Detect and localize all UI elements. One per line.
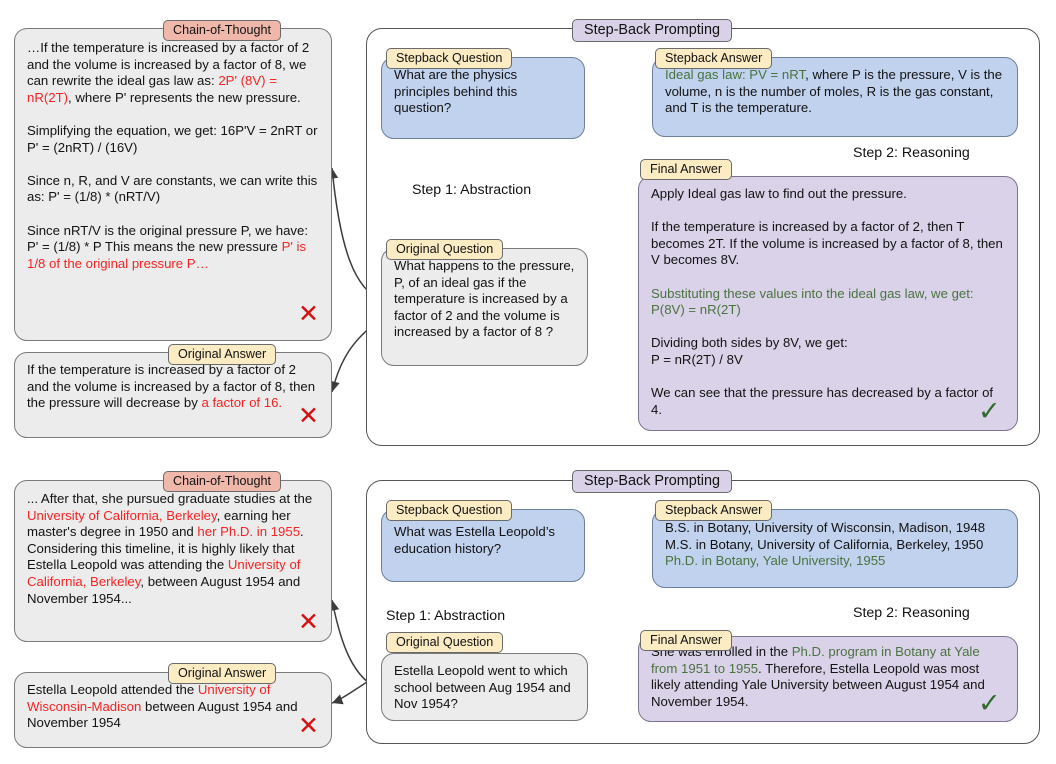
original-answer-tag-physics: Original Answer [168, 344, 277, 365]
original-question-text-physics: What happens to the pressure, P, of an i… [394, 258, 579, 340]
stepback-panel-tag-physics: Step-Back Prompting [572, 19, 732, 42]
cot-text-physics: …If the temperature is increased by a fa… [15, 29, 331, 280]
final-answer-tag-physics: Final Answer [640, 159, 733, 180]
step1-label-leopold: Step 1: Abstraction [386, 608, 506, 624]
stepback-question-tag-leopold: Stepback Question [386, 500, 513, 521]
step2-label-leopold: Step 2: Reasoning [853, 605, 970, 621]
final-answer-check-mark-physics: ✓ [978, 396, 1001, 426]
stepback-answer-box-physics: Ideal gas law: PV = nRT, where P is the … [652, 57, 1018, 137]
diagram-canvas: …If the temperature is increased by a fa… [0, 0, 1056, 764]
text-run: B.S. in Botany, University of Wisconsin,… [665, 520, 986, 552]
stepback-question-box-physics: What are the physics principles behind t… [381, 57, 585, 139]
text-run: , where P' represents the new pressure. … [27, 89, 318, 255]
original-question-tag-leopold: Original Question [386, 632, 504, 653]
text-run: Ph.D. in Botany, Yale University, 1955 [665, 553, 886, 569]
cot-tag-physics: Chain-of-Thought [163, 20, 282, 41]
original-question-box-physics: What happens to the pressure, P, of an i… [381, 248, 588, 366]
cot-tag-leopold: Chain-of-Thought [163, 471, 282, 492]
text-run: her Ph.D. in 1955 [197, 524, 301, 540]
final-answer-check-mark-leopold: ✓ [978, 688, 1001, 718]
text-run: Substituting these values into the ideal… [651, 285, 974, 318]
final-answer-box-physics: Apply Ideal gas law to find out the pres… [638, 176, 1018, 431]
cot-box-physics: …If the temperature is increased by a fa… [14, 28, 332, 341]
final-answer-tag-leopold: Final Answer [640, 630, 733, 651]
stepback-panel-tag-leopold: Step-Back Prompting [572, 470, 732, 493]
original-answer-error-mark-leopold: ✕ [298, 712, 319, 740]
original-question-box-leopold: Estella Leopold went to which school bet… [381, 653, 588, 721]
text-run: Dividing both sides by 8V, we get: P = n… [651, 335, 994, 417]
stepback-question-tag-physics: Stepback Question [386, 48, 513, 69]
original-answer-tag-leopold: Original Answer [168, 663, 277, 684]
original-answer-error-mark-physics: ✕ [298, 402, 319, 430]
cot-error-mark-physics: ✕ [298, 300, 319, 328]
cot-error-mark-leopold: ✕ [298, 608, 319, 636]
text-run: University of California, Berkeley [27, 507, 217, 523]
original-question-tag-physics: Original Question [386, 239, 504, 260]
final-answer-text-physics: Apply Ideal gas law to find out the pres… [639, 177, 1017, 426]
text-run: Estella Leopold attended the [27, 682, 198, 697]
step1-label-physics: Step 1: Abstraction [412, 182, 532, 198]
text-run: Apply Ideal gas law to find out the pres… [651, 186, 1003, 268]
original-question-text-leopold: Estella Leopold went to which school bet… [394, 663, 575, 712]
stepback-answer-tag-physics: Stepback Answer [655, 48, 773, 69]
cot-box-leopold: ... After that, she pursued graduate stu… [14, 480, 332, 642]
text-run: ... After that, she pursued graduate stu… [27, 491, 316, 506]
text-run: Ideal gas law: PV = nRT [665, 67, 806, 82]
cot-text-leopold: ... After that, she pursued graduate stu… [15, 481, 331, 615]
step2-label-physics: Step 2: Reasoning [853, 145, 970, 161]
text-run: a factor of 16. [201, 395, 283, 411]
stepback-answer-tag-leopold: Stepback Answer [655, 500, 773, 521]
